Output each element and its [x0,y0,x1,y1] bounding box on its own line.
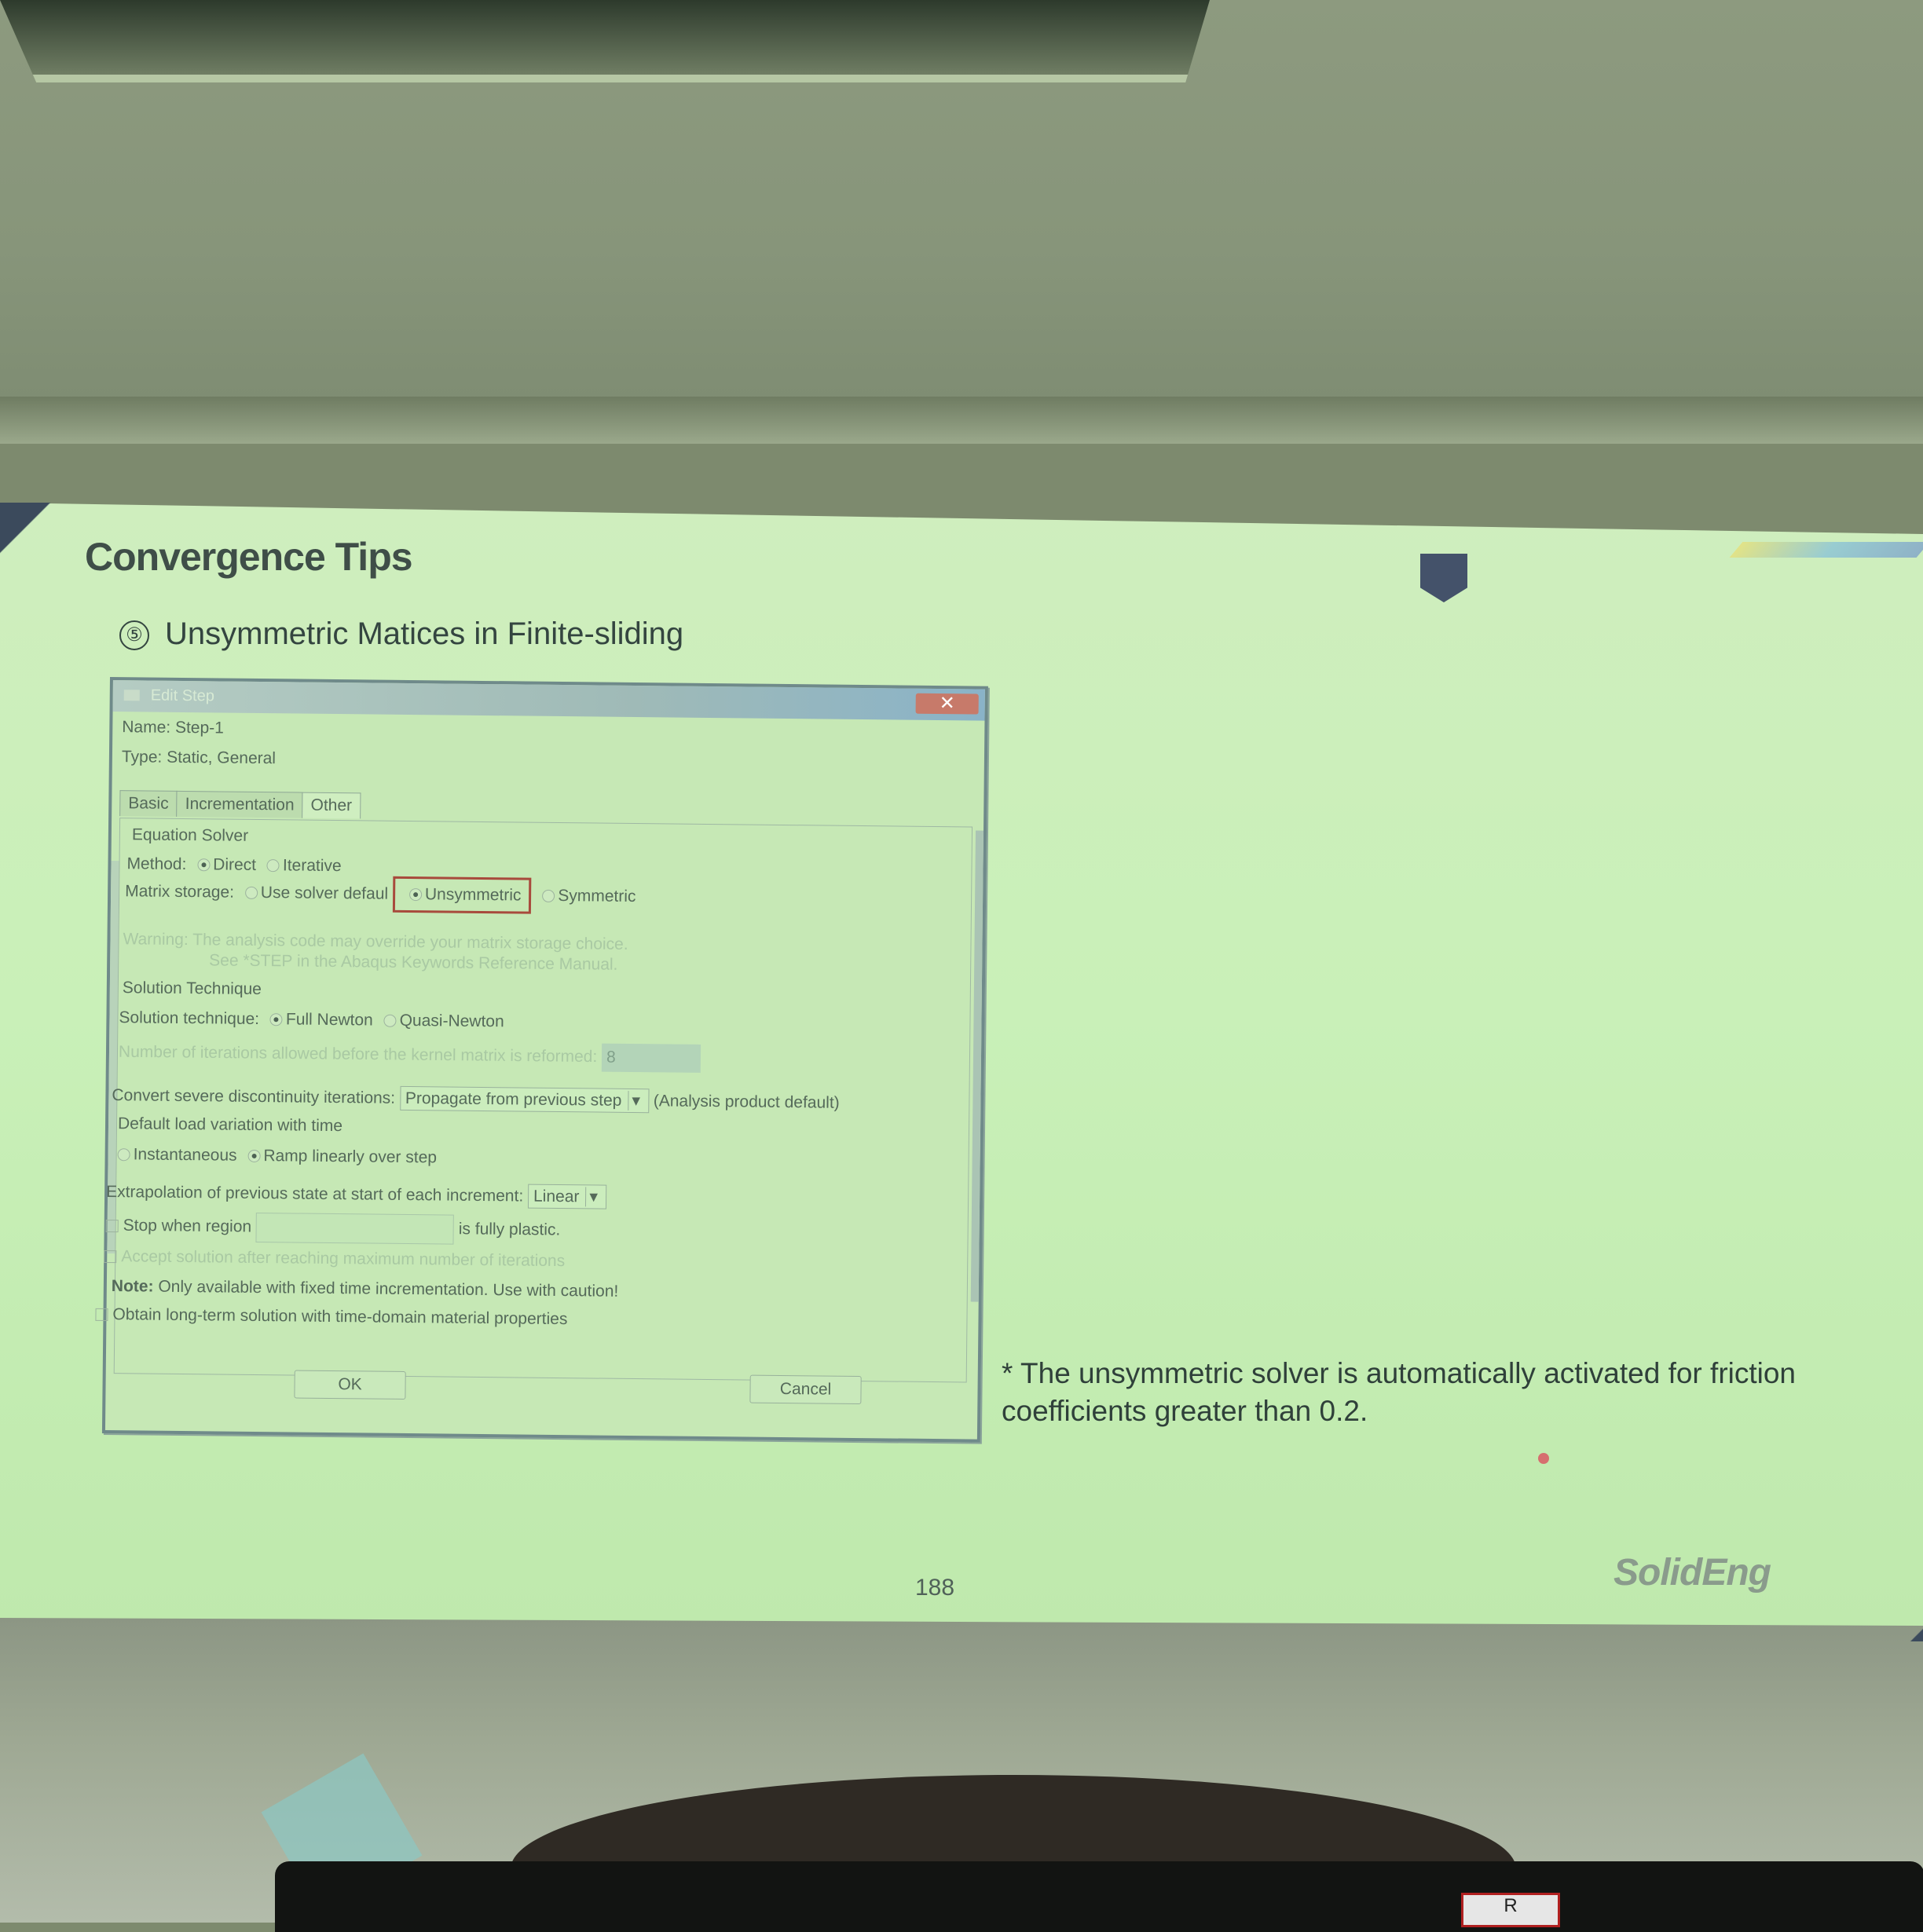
type-row: Type: Static, General [122,748,276,768]
unsymmetric-highlight: Unsymmetric [392,876,532,914]
load-variation-heading: Default load variation with time [117,1114,343,1136]
slide-subtitle: ⑤ Unsymmetric Matices in Finite-sliding [119,617,683,652]
tab-strip: Basic Incrementation Other [119,790,361,819]
radio-quasi-newton[interactable] [383,1015,397,1028]
dialog-title: Edit Step [150,686,215,705]
dialog-titlebar[interactable]: Edit Step ✕ [112,680,985,721]
note-label: Note: [111,1277,154,1296]
decorative-stripe [1729,542,1923,558]
cancel-button[interactable]: Cancel [749,1374,862,1405]
tab-other[interactable]: Other [302,792,361,819]
solideng-logo: SolidEng [1613,1552,1771,1594]
page-number: 188 [915,1575,955,1601]
region-input[interactable] [255,1212,455,1245]
extrapolation-value: Linear [533,1187,580,1206]
type-value: Static, General [167,748,277,768]
load-variation-row: Instantaneous Ramp linearly over step [112,1145,437,1167]
scrollbar[interactable] [970,830,984,1302]
chevron-down-icon: ▾ [585,1187,602,1207]
extrapolation-select[interactable]: Linear ▾ [527,1184,607,1209]
reform-input[interactable]: 8 [601,1043,701,1073]
close-button[interactable]: ✕ [915,693,979,715]
name-row: Name: Step-1 [122,718,224,737]
discontinuity-label: Convert severe discontinuity iterations: [112,1086,396,1107]
ok-button[interactable]: OK [294,1370,406,1400]
radio-ramp-linearly[interactable] [247,1150,261,1163]
quasi-newton-label[interactable]: Quasi-Newton [400,1012,504,1030]
matrix-storage-row: Matrix storage: Use solver defaul Unsymm… [125,873,636,915]
accept-solution-checkbox[interactable] [104,1250,117,1264]
section-number: ⑤ [119,620,149,651]
iterative-label[interactable]: Iterative [283,856,342,875]
note-text: Only available with fixed time increment… [158,1277,619,1301]
chevron-down-icon: ▾ [628,1090,644,1111]
type-label: Type: [121,748,163,767]
slide-corner-accent [0,503,71,597]
solver-default-label[interactable]: Use solver defaul [261,884,388,903]
reform-label: Number of iterations allowed before the … [118,1042,598,1067]
full-newton-label[interactable]: Full Newton [286,1010,373,1029]
projector-screen-housing [0,397,1923,444]
radio-full-newton[interactable] [269,1013,284,1026]
matrix-storage-label: Matrix storage: [125,882,235,902]
equation-solver-heading: Equation Solver [131,825,249,845]
radio-iterative[interactable] [266,859,280,873]
ceiling-light [0,0,1210,82]
long-term-label[interactable]: Obtain long-term solution with time-doma… [112,1305,567,1328]
stop-region-checkbox[interactable] [105,1219,119,1233]
unsymmetric-label[interactable]: Unsymmetric [425,885,522,904]
stop-region-suffix: is fully plastic. [458,1220,561,1239]
radio-instantaneous[interactable] [117,1148,130,1162]
method-row: Method: Direct Iterative [126,854,341,876]
app-icon [123,690,140,701]
slide-corner-accent-right [1862,1555,1923,1641]
accept-solution-label[interactable]: Accept solution after reaching maximum n… [121,1247,565,1270]
tab-basic[interactable]: Basic [119,790,178,817]
extrapolation-label: Extrapolation of previous state at start… [106,1182,524,1206]
symmetric-label[interactable]: Symmetric [558,887,636,906]
discontinuity-note: (Analysis product default) [653,1092,840,1112]
name-value: Step-1 [174,718,225,737]
radio-unsymmetric[interactable] [408,888,423,902]
long-term-checkbox[interactable] [95,1308,108,1322]
solution-technique-row: Solution technique: Full Newton Quasi-Ne… [119,1008,504,1031]
radio-solver-default[interactable] [244,887,258,900]
subtitle-text: Unsymmetric Matices in Finite-sliding [165,617,684,651]
solution-technique-label: Solution technique: [119,1008,260,1029]
name-label: Name: [122,718,171,737]
monitor-sticker: R [1461,1893,1560,1927]
radio-direct[interactable] [197,858,211,872]
radio-symmetric[interactable] [542,890,555,903]
discontinuity-select[interactable]: Propagate from previous step ▾ [399,1085,650,1114]
instantaneous-label[interactable]: Instantaneous [134,1145,237,1164]
tab-incrementation[interactable]: Incrementation [176,790,303,818]
direct-label[interactable]: Direct [213,855,256,874]
warning-line-1: The analysis code may override your matr… [192,931,628,953]
discontinuity-value: Propagate from previous step [405,1089,622,1110]
solution-technique-heading: Solution Technique [122,979,262,999]
warning-label: Warning: [123,930,189,950]
slide-title: Convergence Tips [85,535,413,579]
ramp-linearly-label[interactable]: Ramp linearly over step [263,1147,437,1166]
edit-step-dialog: Edit Step ✕ Name: Step-1 Type: Static, G… [95,677,988,1443]
monitor-edge [275,1861,1923,1932]
stop-region-row: Stop when region is fully plastic. [105,1211,560,1246]
slide-footnote: * The unsymmetric solver is automaticall… [1002,1357,1797,1427]
laser-pointer-dot [1538,1453,1549,1464]
method-label: Method: [126,854,187,874]
stop-region-label[interactable]: Stop when region [123,1217,252,1236]
